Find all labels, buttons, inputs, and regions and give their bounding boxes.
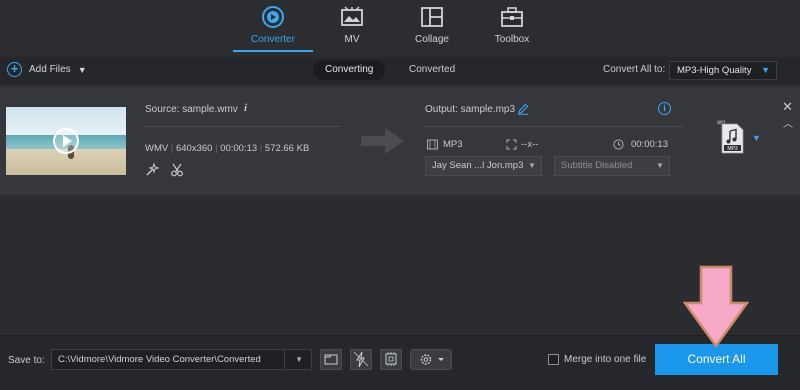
svg-text:MP3: MP3 [727,146,738,152]
merge-checkbox[interactable]: Merge into one file [548,354,646,365]
save-path-value: C:\Vidmore\Vidmore Video Converter\Conve… [58,354,261,365]
chevron-down-icon[interactable]: ▼ [752,133,761,143]
clock-icon [613,139,624,150]
scissors-icon[interactable] [170,163,184,177]
convert-all-format-select[interactable]: MP3-High Quality ▼ [669,61,777,80]
play-icon[interactable] [53,128,79,154]
output-info-icon[interactable]: i [658,102,671,115]
pink-arrow-annotation [683,265,749,348]
tab-collage-label: Collage [415,34,449,45]
mv-icon [341,6,363,26]
tab-mv-label: MV [344,34,360,45]
top-nav: Converter MV Collage Toolbox [0,0,800,54]
source-meta: WMV | 640x360 | 00:00:13 | 572.66 KB [145,143,310,154]
save-path-select[interactable]: C:\Vidmore\Vidmore Video Converter\Conve… [51,349,312,370]
file-item: Source: sample.wmv i WMV | 640x360 | 00:… [0,87,800,195]
settings-button[interactable] [410,349,452,370]
info-icon[interactable]: i [244,102,247,114]
add-icon: + [7,62,22,77]
output-format: MP3 [443,139,463,150]
chevron-down-icon: ▼ [528,161,536,170]
tab-mv[interactable]: MV [312,0,392,54]
active-tab-indicator [233,50,313,52]
chevron-down-icon[interactable]: ▼ [295,350,303,369]
tab-toolbox-label: Toolbox [494,34,530,45]
chevron-down-icon: ▼ [656,161,664,170]
resize-icon [506,139,517,150]
bottom-bar: Save to: C:\Vidmore\Vidmore Video Conver… [0,335,800,390]
subtab-converted[interactable]: Converted [397,60,467,80]
cpu-off-icon [385,352,397,366]
lightning-off-icon [353,351,369,368]
output-duration: 00:00:13 [631,139,668,150]
convert-arrow-icon [361,128,404,154]
subtitle-select[interactable]: Subtitle Disabled ▼ [554,156,670,176]
edit-name-icon[interactable] [517,103,529,115]
merge-label: Merge into one file [564,354,647,365]
subtab-converting[interactable]: Converting [313,60,386,80]
add-files-button[interactable]: + Add Files ▼ [7,62,87,77]
tab-converter[interactable]: Converter [233,0,313,54]
save-to-label: Save to: [8,355,45,366]
divider [425,126,683,127]
chevron-down-icon[interactable]: ▼ [78,65,87,75]
add-files-label: Add Files [29,64,71,75]
audio-track-value: Jay Sean ...l Jon.mp3 [432,160,524,171]
open-folder-button[interactable] [320,349,342,370]
gear-icon [420,354,444,365]
output-resolution: --x-- [521,139,539,150]
subtitle-value: Subtitle Disabled [561,160,633,171]
divider [145,126,341,127]
film-icon [427,139,438,150]
convert-all-to-label: Convert All to: [603,64,666,75]
checkbox-icon[interactable] [548,354,559,365]
video-thumbnail[interactable] [6,107,126,175]
chevron-down-icon: ▼ [761,65,770,75]
app-window: Converter MV Collage Toolbox + Add Files… [0,0,800,390]
converter-icon [262,6,284,28]
convert-all-button[interactable]: Convert All [655,344,778,375]
close-icon[interactable]: ✕ [782,99,793,115]
mp3-format-icon[interactable]: ⊞H MP3 [717,118,747,154]
collage-icon [421,7,443,27]
folder-icon [324,354,338,365]
gpu-acceleration-button[interactable] [380,349,402,370]
hardware-acceleration-button[interactable] [350,349,372,370]
convert-all-format-value: MP3-High Quality [677,65,752,76]
tab-converter-label: Converter [251,34,295,45]
chevron-up-icon[interactable]: ︿ [783,115,793,130]
output-filename: Output: sample.mp3 [425,104,516,115]
audio-track-select[interactable]: Jay Sean ...l Jon.mp3 ▼ [425,156,542,176]
toolbox-icon [501,7,523,27]
toolbar: + Add Files ▼ Converting Converted Conve… [0,57,800,84]
tab-toolbox[interactable]: Toolbox [472,0,552,54]
magic-wand-icon[interactable] [145,163,159,177]
tab-collage[interactable]: Collage [392,0,472,54]
source-filename: Source: sample.wmv [145,104,238,115]
